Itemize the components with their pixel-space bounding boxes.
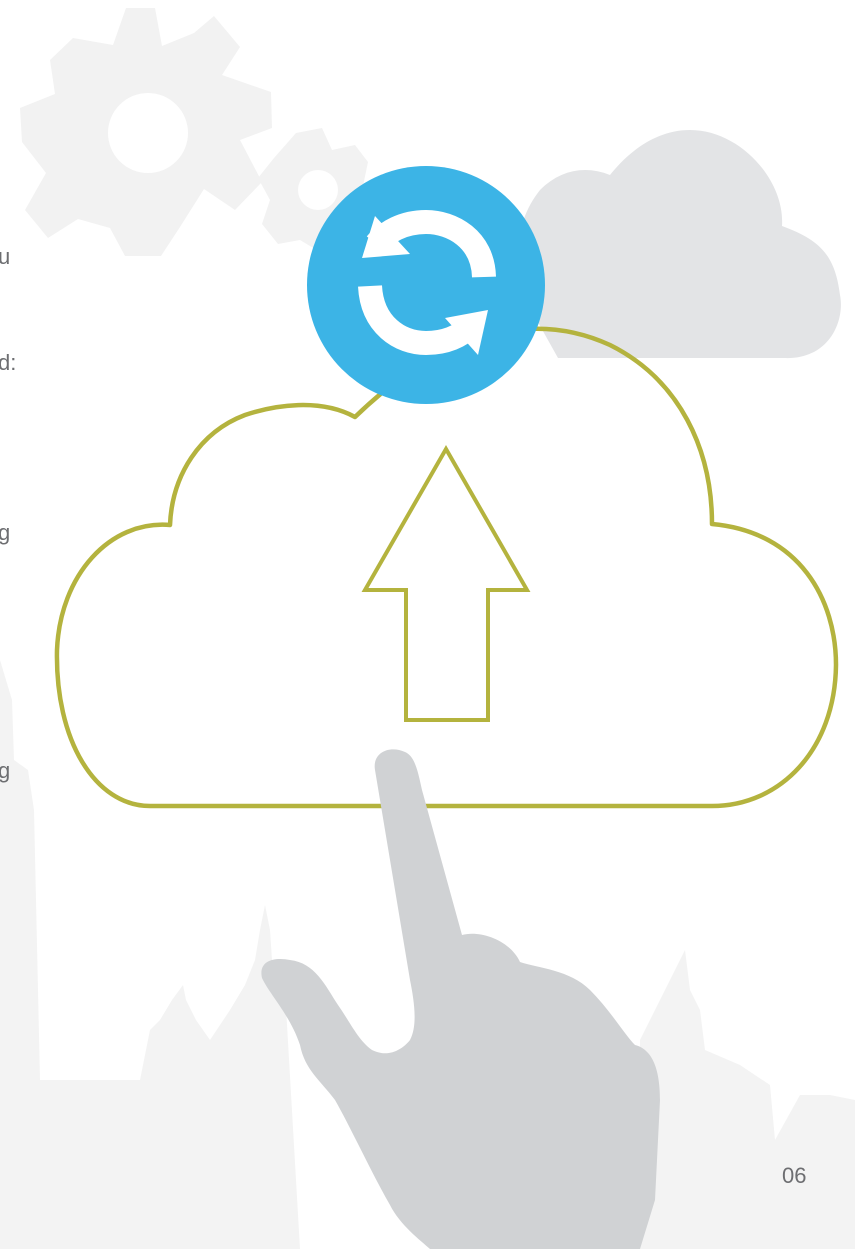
page: u d: g g 06 — [0, 0, 855, 1249]
pointing-hand-icon — [261, 749, 660, 1249]
page-number: 06 — [782, 1163, 807, 1188]
